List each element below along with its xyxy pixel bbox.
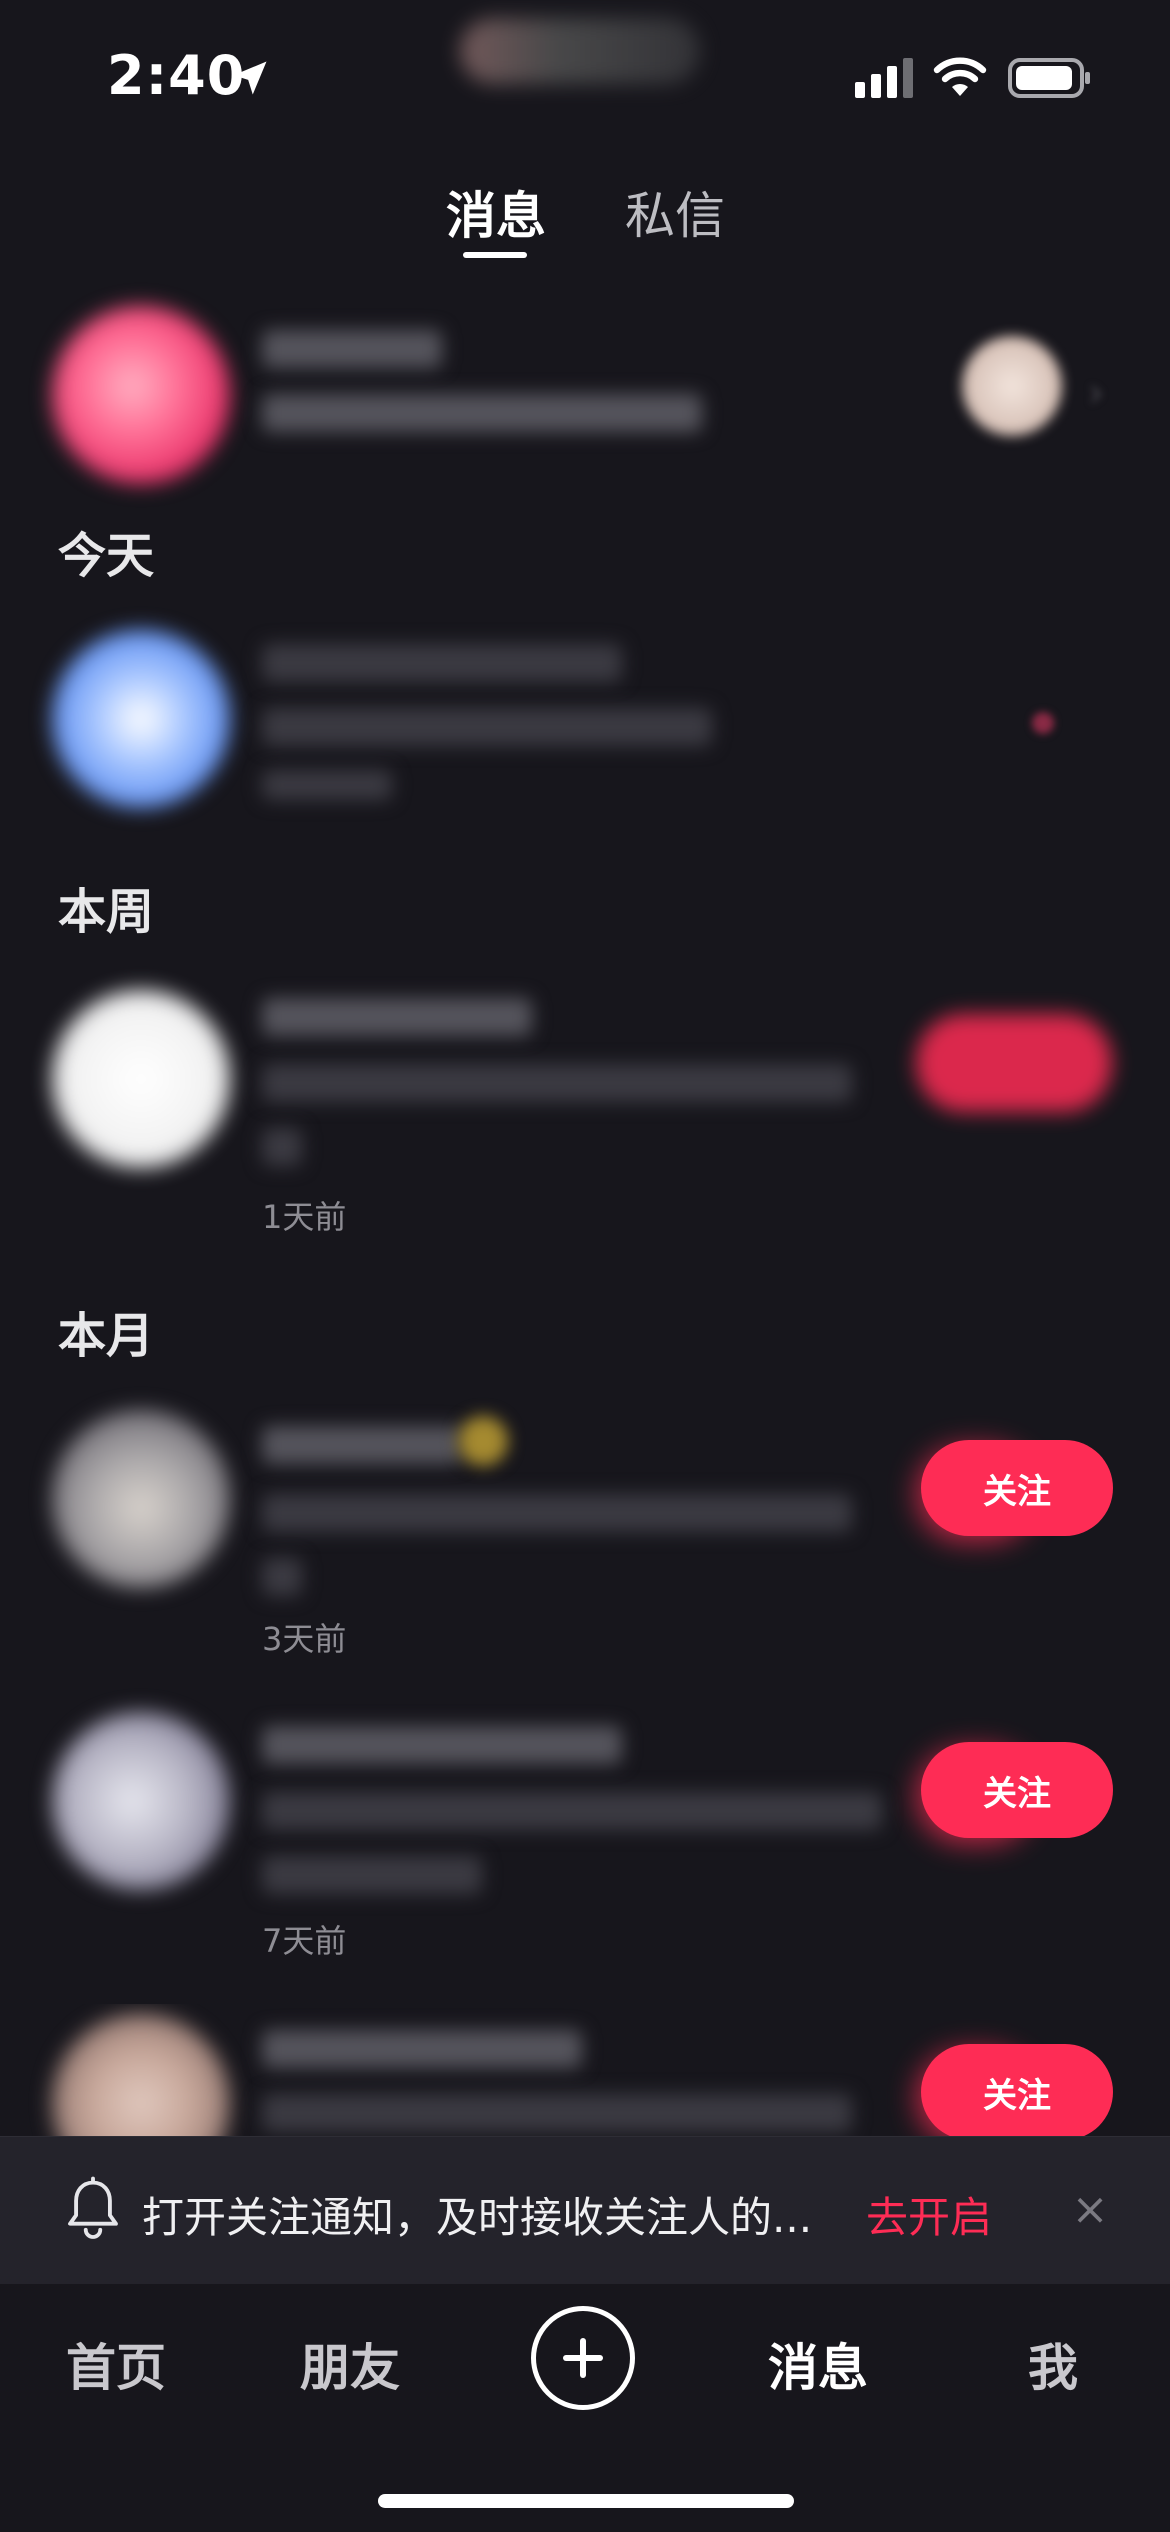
blurred-title — [262, 1726, 622, 1764]
chevron-right-icon: › — [1088, 370, 1104, 416]
battery-icon — [1008, 58, 1090, 98]
blurred-subtitle — [262, 1558, 302, 1596]
blurred-title — [262, 1426, 462, 1464]
avatar — [52, 1712, 230, 1890]
create-post-button[interactable] — [531, 2306, 635, 2410]
plus-icon-vertical — [580, 2338, 586, 2378]
blurred-title — [262, 644, 622, 682]
unread-dot — [1032, 712, 1054, 734]
tab-messages[interactable]: 消息 — [446, 176, 546, 248]
section-header-this-week: 本周 — [58, 884, 155, 940]
avatar — [52, 990, 230, 1168]
section-header-this-month: 本月 — [58, 1308, 155, 1364]
banner-text: 打开关注通知，及时接收关注人的... — [142, 2193, 813, 2242]
blurred-subtitle — [262, 1856, 482, 1894]
location-arrow-icon — [233, 61, 267, 95]
blurred-subtitle — [262, 708, 712, 746]
nav-friends[interactable]: 朋友 — [300, 2328, 400, 2400]
timestamp: 3天前 — [262, 1620, 347, 1658]
list-item[interactable]: 关注 — [0, 2004, 1170, 2136]
follow-button[interactable]: 关注 — [921, 2044, 1113, 2136]
section-header-today: 今天 — [58, 528, 155, 584]
follow-button[interactable]: 关注 — [921, 1742, 1113, 1838]
follow-button[interactable]: 关注 — [921, 1440, 1113, 1536]
avatar — [52, 2014, 230, 2136]
list-item[interactable] — [0, 620, 1170, 820]
list-item[interactable]: 3天前 关注 — [0, 1400, 1170, 1660]
wifi-icon — [933, 57, 987, 96]
nav-home[interactable]: 首页 — [66, 2328, 166, 2400]
timestamp: 7天前 — [262, 1922, 347, 1960]
list-item[interactable]: 1天前 — [0, 980, 1170, 1240]
avatar — [52, 630, 230, 808]
timestamp: 1天前 — [262, 1198, 347, 1236]
avatar — [52, 306, 230, 484]
enable-notifications-link[interactable]: 去开启 — [866, 2184, 992, 2245]
blurred-title — [262, 998, 532, 1036]
follow-button-blurred[interactable] — [916, 1014, 1112, 1112]
blurred-emoji — [458, 1416, 508, 1466]
nav-messages[interactable]: 消息 — [768, 2328, 868, 2400]
blurred-subtitle — [262, 1792, 882, 1830]
blurred-title — [262, 330, 442, 368]
home-indicator — [378, 2494, 794, 2508]
tab-direct-messages[interactable]: 私信 — [625, 176, 725, 248]
blurred-subtitle — [262, 1064, 852, 1102]
avatar — [52, 1410, 230, 1588]
blurred-subtitle — [262, 1128, 302, 1166]
status-time: 2:40 — [107, 44, 246, 107]
bell-icon — [68, 2176, 118, 2239]
blurred-title — [262, 2030, 582, 2068]
list-item[interactable]: › — [0, 290, 1170, 490]
tab-active-indicator — [463, 252, 527, 258]
close-icon[interactable]: × — [1068, 2184, 1112, 2235]
cellular-signal-icon — [855, 58, 913, 98]
avatar — [962, 336, 1062, 436]
blurred-subtitle — [262, 394, 702, 432]
list-item[interactable]: 7天前 关注 — [0, 1702, 1170, 1962]
blurred-subtitle — [262, 2094, 852, 2132]
dynamic-island — [460, 18, 700, 84]
blurred-time — [262, 770, 392, 800]
nav-me[interactable]: 我 — [1028, 2328, 1078, 2400]
blurred-subtitle — [262, 1494, 852, 1532]
